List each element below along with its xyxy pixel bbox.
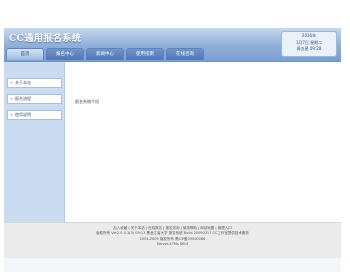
intro-text: 报名系统介绍 (75, 99, 99, 104)
site-footer: 加入收藏 | 关于本站 | 在线报名 | 报名查询 | 使用帮助 | 网站地图 … (4, 222, 341, 258)
sidebar-item-label: 报名流程 (15, 96, 31, 101)
nav-online-consult[interactable]: 在线咨询 (166, 48, 204, 60)
sidebar-item-label: 关于本站 (15, 80, 31, 85)
nav-user-guide[interactable]: 使用指南 (126, 48, 164, 60)
nav-home[interactable]: 首页 (6, 48, 44, 60)
sidebar-item-about[interactable]: » 关于本站 (7, 78, 62, 88)
bottom-strip (4, 258, 341, 272)
main-content: 报名系统介绍 (65, 62, 341, 222)
page: CC通用报名系统 2016年 1月7日 星期二 周五星 09:28 首页 报名中… (0, 0, 350, 280)
sidebar-item-instructions[interactable]: » 使用说明 (7, 110, 62, 120)
arrow-icon: » (10, 112, 13, 117)
arrow-icon: » (10, 96, 13, 101)
nav-registration-center[interactable]: 报名中心 (46, 48, 84, 60)
site-title: CC通用报名系统 (9, 34, 82, 44)
nav-news-center[interactable]: 新闻中心 (86, 48, 124, 60)
arrow-icon: » (10, 80, 13, 85)
sidebar-item-label: 使用说明 (15, 112, 31, 117)
info-line-time: 周五星 09:28 (296, 46, 322, 51)
sidebar-item-process[interactable]: » 报名流程 (7, 94, 62, 104)
date-info-box: 2016年 1月7日 星期二 周五星 09:28 (281, 31, 337, 57)
footer-server-info: Server:47Ms DB:4 (156, 242, 189, 247)
sidebar: » 关于本站 » 报名流程 » 使用说明 (4, 62, 65, 222)
